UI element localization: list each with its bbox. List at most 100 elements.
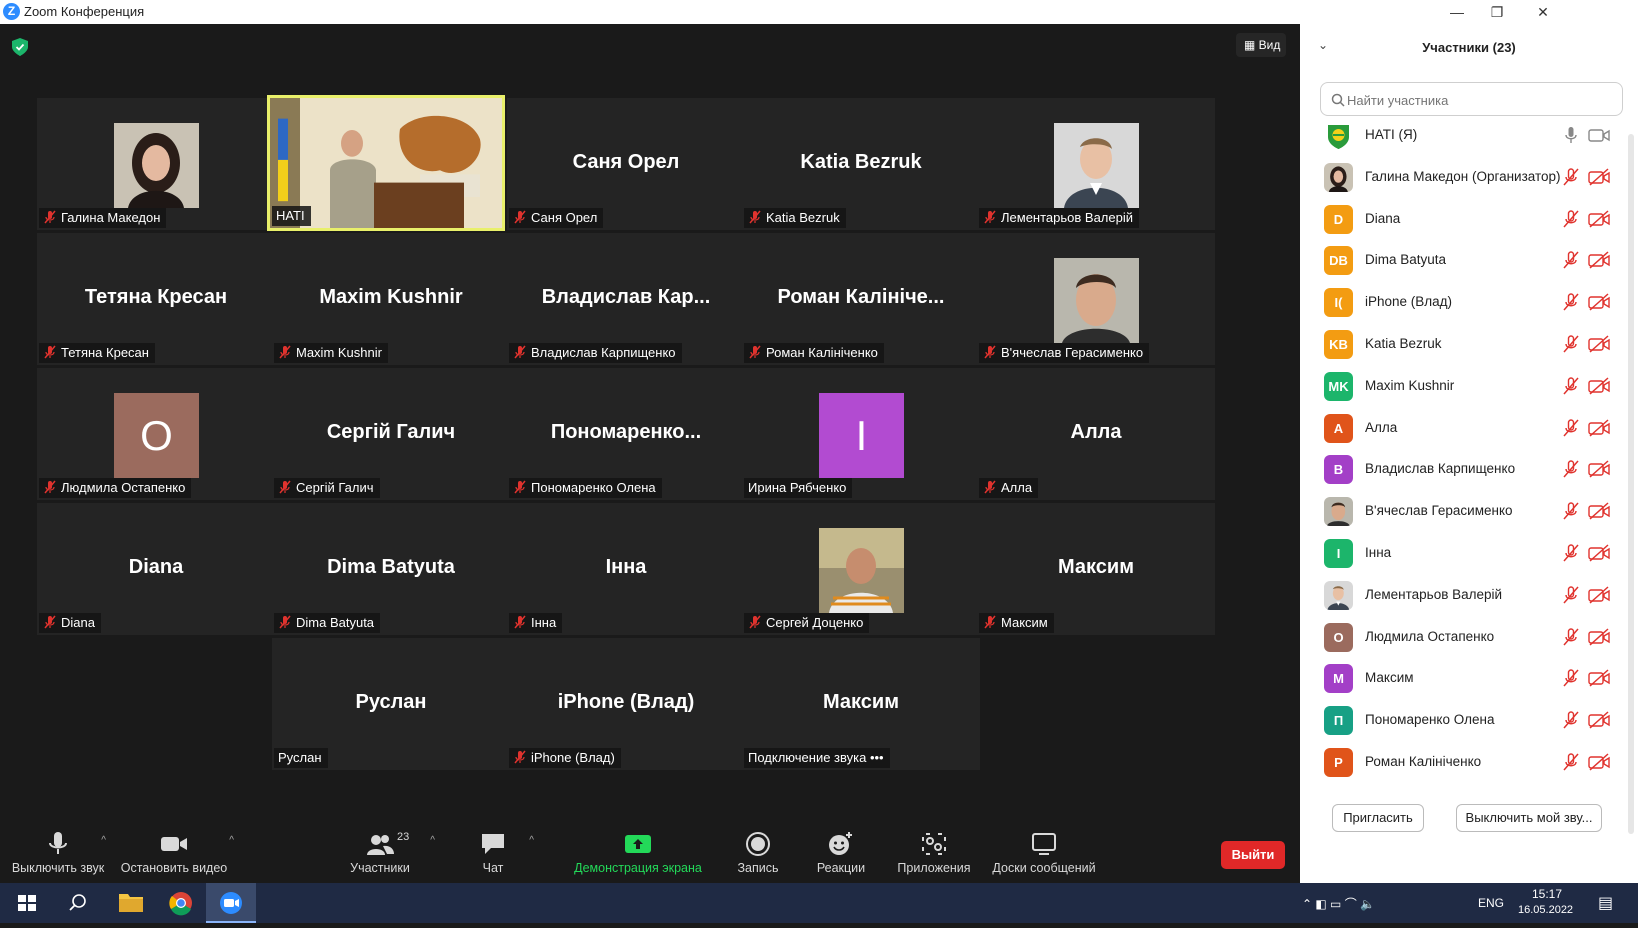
muted-microphone-icon[interactable]	[1562, 711, 1580, 729]
muted-microphone-icon[interactable]	[1562, 586, 1580, 604]
video-off-icon[interactable]	[1588, 711, 1610, 729]
video-tile[interactable]: Diana Diana	[37, 503, 275, 635]
muted-microphone-icon[interactable]	[1562, 418, 1580, 437]
audio-options-chevron-up-icon[interactable]: ^	[101, 835, 106, 846]
video-off-icon[interactable]	[1588, 210, 1610, 228]
encryption-shield-icon[interactable]	[12, 38, 28, 56]
participant-row[interactable]: D Diana	[1300, 198, 1638, 241]
video-tile[interactable]: Алла Алла	[977, 368, 1215, 500]
video-off-icon[interactable]	[1588, 628, 1610, 646]
notifications-icon[interactable]: ▤	[1598, 893, 1613, 913]
tray-icons[interactable]: ⌃ ◧ ▭ ⌒ 🔈	[1302, 895, 1375, 912]
participant-list-scrollbar[interactable]	[1628, 134, 1634, 834]
muted-microphone-icon[interactable]	[1562, 753, 1580, 771]
chat-button[interactable]: Чат ^	[468, 825, 534, 883]
video-camera-icon[interactable]	[1588, 126, 1610, 144]
participant-row[interactable]: I(iPhone (Влад)	[1300, 281, 1638, 324]
muted-microphone-icon[interactable]	[1562, 209, 1580, 228]
participant-search[interactable]	[1320, 82, 1623, 116]
video-tile[interactable]: Галина Македон	[37, 98, 275, 230]
taskbar-chrome[interactable]	[156, 883, 206, 923]
clock-time[interactable]: 15:17	[1532, 887, 1562, 901]
video-tile[interactable]: Тетяна Кресан Тетяна Кресан	[37, 233, 275, 365]
search-input[interactable]	[1347, 90, 1612, 110]
video-tile[interactable]: Роман Калініче... Роман Калініченко	[742, 233, 980, 365]
video-tile[interactable]: Сергій Галич Сергій Галич	[272, 368, 510, 500]
video-tile[interactable]: Руслан Руслан	[272, 638, 510, 770]
restore-button[interactable]: ❐	[1474, 0, 1520, 24]
video-off-icon[interactable]	[1588, 377, 1610, 395]
muted-microphone-icon[interactable]	[1562, 293, 1580, 311]
apps-button[interactable]: Приложения	[894, 825, 974, 883]
muted-microphone-icon[interactable]	[1562, 460, 1580, 478]
video-tile[interactable]: O Людмила Остапенко	[37, 368, 275, 500]
muted-microphone-icon[interactable]	[1562, 544, 1580, 562]
participant-row[interactable]: П Пономаренко Олена	[1300, 699, 1638, 742]
more-dots-icon[interactable]: •••	[870, 750, 884, 765]
video-off-icon[interactable]	[1588, 460, 1610, 478]
participants-options-chevron-up-icon[interactable]: ^	[430, 835, 435, 846]
taskbar-explorer[interactable]	[106, 883, 156, 923]
video-off-icon[interactable]	[1588, 168, 1610, 186]
video-tile[interactable]: Dima Batyuta Dima Batyuta	[272, 503, 510, 635]
video-tile[interactable]: Максим Подключение звука •••	[742, 638, 980, 770]
participant-row[interactable]: І Інна	[1300, 532, 1638, 575]
muted-microphone-icon[interactable]	[1562, 669, 1580, 687]
participant-row[interactable]: KB Katia Bezruk	[1300, 323, 1638, 366]
video-tile[interactable]: iPhone (Влад) iPhone (Влад)	[507, 638, 745, 770]
video-off-icon[interactable]	[1588, 419, 1610, 437]
whiteboards-button[interactable]: Доски сообщений	[988, 825, 1100, 883]
participants-button[interactable]: 23 Участники ^	[345, 825, 435, 883]
video-off-icon[interactable]	[1588, 586, 1610, 604]
video-tile[interactable]: Максим Максим	[977, 503, 1215, 635]
video-tile[interactable]: Maxim Kushnir Maxim Kushnir	[272, 233, 510, 365]
taskbar-search-button[interactable]	[52, 883, 102, 923]
mute-button[interactable]: Выключить звук ^	[8, 825, 108, 883]
muted-microphone-icon[interactable]	[1562, 251, 1580, 269]
video-tile[interactable]: В'ячеслав Герасименко	[977, 233, 1215, 365]
input-language[interactable]: ENG	[1478, 896, 1504, 910]
muted-microphone-icon[interactable]	[1562, 335, 1580, 353]
video-tile[interactable]: Інна Інна	[507, 503, 745, 635]
chat-options-chevron-up-icon[interactable]: ^	[529, 835, 534, 846]
video-tile[interactable]: Саня Орел Саня Орел	[507, 98, 745, 230]
participant-row[interactable]: DB Dima Batyuta	[1300, 239, 1638, 282]
stop-video-button[interactable]: Остановить видео ^	[118, 825, 234, 883]
video-tile[interactable]: Лементарьов Валерій	[977, 98, 1215, 230]
muted-microphone-icon[interactable]	[1562, 168, 1580, 186]
participant-row[interactable]: А Алла	[1300, 407, 1638, 450]
muted-microphone-icon[interactable]	[1562, 502, 1580, 520]
participant-row[interactable]: В'ячеслав Герасименко	[1300, 490, 1638, 533]
participant-row[interactable]: Р Роман Калініченко	[1300, 741, 1638, 784]
video-off-icon[interactable]	[1588, 251, 1610, 269]
muted-microphone-icon[interactable]	[1562, 627, 1580, 646]
participant-row[interactable]: М Максим	[1300, 657, 1638, 700]
participant-row[interactable]: О Людмила Остапенко	[1300, 616, 1638, 659]
leave-button[interactable]: Выйти	[1221, 841, 1285, 869]
video-off-icon[interactable]	[1588, 544, 1610, 562]
reactions-button[interactable]: Реакции	[810, 825, 872, 883]
video-tile[interactable]: Сергей Доценко	[742, 503, 980, 635]
windows-start-button[interactable]	[2, 883, 52, 923]
video-tile[interactable]: Пономаренко... Пономаренко Олена	[507, 368, 745, 500]
view-button[interactable]: ▦ Вид	[1236, 33, 1286, 57]
record-button[interactable]: Запись	[730, 825, 786, 883]
video-tile[interactable]: Владислав Кар... Владислав Карпищенко	[507, 233, 745, 365]
muted-microphone-icon[interactable]	[1562, 377, 1580, 395]
participant-row[interactable]: Галина Македон (Организатор)	[1300, 156, 1638, 199]
video-off-icon[interactable]	[1588, 293, 1610, 311]
participant-row[interactable]: В Владислав Карпищенко	[1300, 448, 1638, 491]
video-off-icon[interactable]	[1588, 669, 1610, 687]
share-screen-button[interactable]: Демонстрация экрана	[568, 825, 708, 883]
video-off-icon[interactable]	[1588, 502, 1610, 520]
invite-button[interactable]: Пригласить	[1332, 804, 1424, 832]
mute-me-button[interactable]: Выключить мой зву...	[1456, 804, 1602, 832]
video-tile[interactable]: Katia Bezruk Katia Bezruk	[742, 98, 980, 230]
participant-row[interactable]: MK Maxim Kushnir	[1300, 365, 1638, 408]
video-options-chevron-up-icon[interactable]: ^	[229, 835, 234, 846]
video-off-icon[interactable]	[1588, 753, 1610, 771]
close-button[interactable]: ✕	[1520, 0, 1566, 24]
video-off-icon[interactable]	[1588, 335, 1610, 353]
taskbar-zoom[interactable]	[206, 883, 256, 923]
clock-date[interactable]: 16.05.2022	[1518, 904, 1576, 916]
